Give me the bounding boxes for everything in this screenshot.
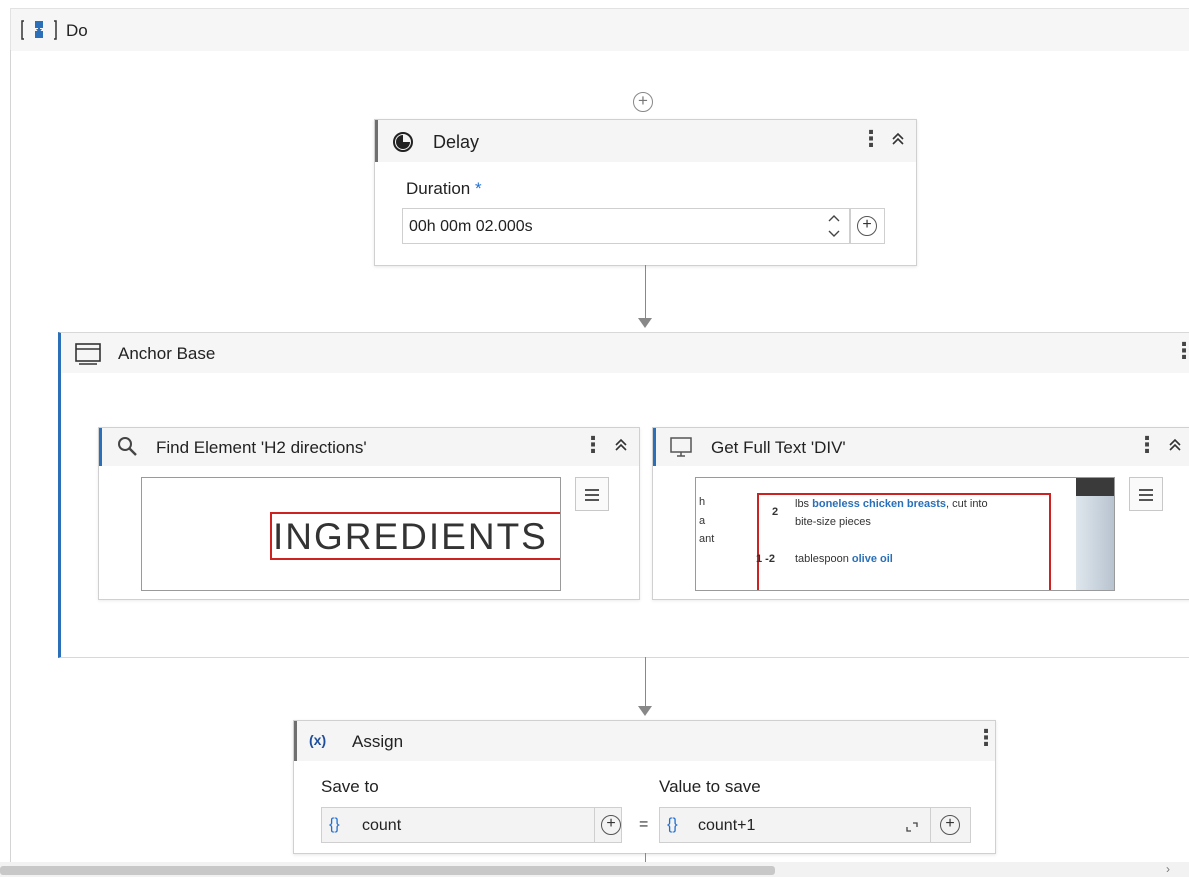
value-to-save-field[interactable]: {} count+1 + (659, 807, 971, 843)
clock-icon (392, 131, 414, 158)
duration-input[interactable]: 00h 00m 02.000s (402, 208, 850, 244)
variable-icon: (x) (309, 732, 327, 748)
save-to-field[interactable]: {} count + (321, 807, 622, 843)
add-activity-icon[interactable]: + (633, 92, 653, 112)
sequence-header[interactable]: Do (10, 8, 1189, 51)
get-full-text-header[interactable]: Get Full Text 'DIV' ⋮ (653, 428, 1189, 466)
delay-activity[interactable]: Delay ⋮ Duration * 00h 00m 02.000s + (374, 119, 917, 266)
preview-image-top (1076, 478, 1114, 496)
anchor-base-activity[interactable]: Anchor Base ⋮ Find Element 'H2 direction… (58, 332, 1189, 658)
delay-header[interactable]: Delay ⋮ (375, 120, 916, 162)
ingredient-link[interactable]: boneless chicken breasts (812, 498, 946, 510)
save-to-label: Save to (321, 777, 379, 796)
ingredient-line: tablespoon olive oil (795, 553, 893, 565)
sequence-title: Do (66, 21, 88, 40)
monitor-icon (669, 436, 693, 463)
connector-line (645, 265, 646, 318)
search-icon (117, 436, 139, 463)
connector-arrow-icon (638, 706, 652, 716)
assign-activity[interactable]: (x) Assign ⋮ Save to Value to save {} co… (293, 720, 997, 854)
plus-icon: + (857, 216, 877, 236)
field-divider (930, 808, 931, 842)
find-element-collapse-icon[interactable] (614, 438, 628, 455)
anchor-base-more-icon[interactable]: ⋮ (1173, 340, 1189, 362)
ingredient-link[interactable]: olive oil (852, 553, 893, 565)
assign-title: Assign (352, 732, 404, 751)
duration-add-button[interactable]: + (850, 208, 885, 244)
scroll-right-icon[interactable]: › (1166, 862, 1170, 876)
value-add-icon[interactable]: + (940, 815, 960, 835)
horizontal-scrollbar[interactable] (0, 866, 775, 875)
sequence-border (10, 50, 11, 862)
duration-label-text: Duration (406, 179, 471, 198)
find-element-header[interactable]: Find Element 'H2 directions' ⋮ (99, 428, 639, 466)
get-full-text-activity[interactable]: Get Full Text 'DIV' ⋮ h a ant 2 lbs bone… (652, 427, 1189, 600)
ingredient-unit: tablespoon (795, 553, 852, 565)
get-full-text-menu-button[interactable] (1129, 477, 1163, 511)
connector-line (645, 853, 646, 862)
save-to-add-icon[interactable]: + (601, 815, 621, 835)
ingredient-unit: lbs (795, 498, 813, 510)
expression-icon: {} (329, 816, 340, 833)
assign-header[interactable]: (x) Assign ⋮ (294, 721, 997, 761)
connector-line (645, 657, 646, 707)
get-full-text-more-icon[interactable]: ⋮ (1136, 434, 1158, 456)
preview-fragment: h (699, 496, 706, 508)
find-element-menu-button[interactable] (575, 477, 609, 511)
duration-label: Duration * (406, 179, 482, 199)
preview-fragment: ant (699, 533, 715, 545)
preview-heading: INGREDIENTS (273, 516, 548, 557)
preview-fragment: a (699, 515, 706, 527)
find-element-title: Find Element 'H2 directions' (156, 438, 367, 457)
anchor-base-header[interactable]: Anchor Base ⋮ (61, 333, 1189, 373)
required-mark: * (475, 179, 482, 198)
value-to-save-value: count+1 (698, 817, 756, 834)
field-divider (594, 808, 595, 842)
find-element-activity[interactable]: Find Element 'H2 directions' ⋮ INGREDIEN… (98, 427, 640, 600)
delay-more-icon[interactable]: ⋮ (860, 128, 882, 150)
window-icon (74, 342, 102, 371)
expand-icon[interactable] (905, 820, 919, 838)
ingredient-line-2: bite-size pieces (795, 516, 871, 528)
ingredient-line: lbs boneless chicken breasts, cut into (795, 498, 988, 510)
delay-title: Delay (433, 132, 480, 152)
ingredient-qty: 1 -2 (756, 553, 775, 565)
expression-icon: {} (667, 816, 678, 833)
sequence-icon (21, 18, 57, 47)
collapse-icon[interactable] (891, 132, 905, 149)
ingredient-qty: 2 (772, 506, 779, 518)
connector-arrow-icon (638, 318, 652, 328)
duration-value: 00h 00m 02.000s (409, 218, 533, 235)
workflow-canvas: Do + Delay ⋮ Duration * 00h 00m 02.000s … (0, 0, 1189, 877)
find-element-more-icon[interactable]: ⋮ (582, 434, 604, 456)
equals-sign: = (639, 816, 649, 833)
value-to-save-label: Value to save (659, 777, 761, 796)
get-full-text-title: Get Full Text 'DIV' (711, 438, 846, 457)
get-full-text-collapse-icon[interactable] (1168, 438, 1182, 455)
anchor-base-title: Anchor Base (118, 344, 216, 363)
get-full-text-preview[interactable]: h a ant 2 lbs boneless chicken breasts, … (695, 477, 1115, 591)
duration-stepper-icon[interactable] (827, 212, 841, 245)
save-to-value: count (362, 817, 402, 834)
ingredient-note: , cut into (946, 498, 988, 510)
find-element-preview[interactable]: INGREDIENTS (141, 477, 561, 591)
assign-more-icon[interactable]: ⋮ (975, 727, 997, 749)
